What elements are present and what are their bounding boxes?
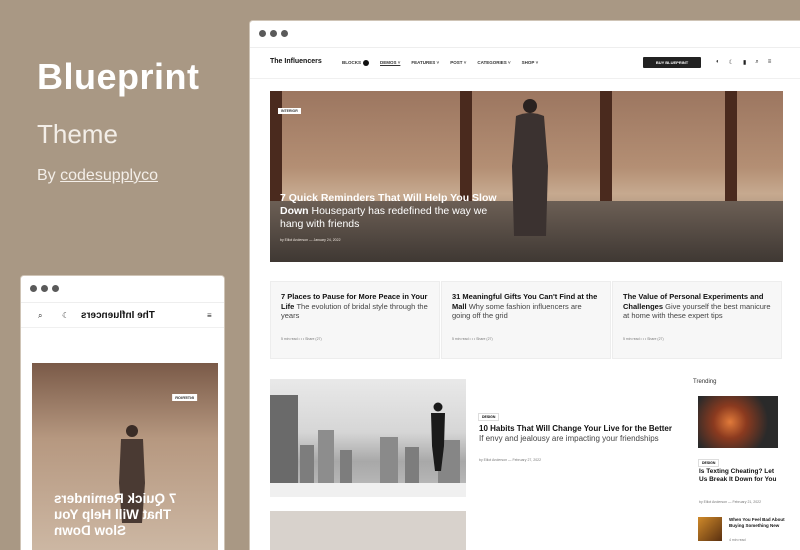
nav-blocks[interactable]: BLOCKS xyxy=(342,60,369,66)
mobile-menu-icon[interactable]: ≡ xyxy=(207,311,212,320)
mobile-chrome xyxy=(21,276,224,303)
trending-image[interactable] xyxy=(698,396,778,448)
nav-post[interactable]: POST ˅ xyxy=(450,60,466,66)
card-meta: 5 min read • • • Share (27) xyxy=(452,337,493,341)
mobile-browser: ⌕ ☾ The Influencers ≡ INTERIOR 7 Quick R… xyxy=(20,275,225,550)
toggle-icon[interactable]: ◐ xyxy=(716,59,720,66)
mobile-window-dots xyxy=(30,285,59,292)
article-title[interactable]: 10 Habits That Will Change Your Live for… xyxy=(479,424,674,444)
blocks-badge xyxy=(363,60,369,66)
person-silhouette xyxy=(512,99,548,236)
trending-title[interactable]: Is Texting Cheating? Let Us Break It Dow… xyxy=(699,468,781,484)
browser-chrome xyxy=(250,21,800,48)
promo-byline: By codesupplyco xyxy=(37,167,158,185)
nav-shop[interactable]: SHOP ˅ xyxy=(522,60,539,66)
author-link[interactable]: codesupplyco xyxy=(60,167,158,184)
nav-categories[interactable]: CATEGORIES ˅ xyxy=(477,60,510,66)
window-dots xyxy=(259,30,288,37)
bag-icon[interactable]: ▮ xyxy=(743,59,746,66)
article-tag[interactable]: DESIGN xyxy=(478,413,500,421)
hero-headline[interactable]: 7 Quick Reminders That Will Help You Slo… xyxy=(280,192,500,231)
card-meta: 5 min read • • • Share (27) xyxy=(281,337,322,341)
mobile-hero-tag[interactable]: INTERIOR xyxy=(172,394,198,401)
post-cards: 7 Places to Pause for More Peace in Your… xyxy=(270,281,783,359)
featured-image[interactable] xyxy=(270,379,466,497)
by-prefix: By xyxy=(37,167,56,184)
site-logo[interactable]: The Influencers xyxy=(270,58,322,65)
post-card[interactable]: 7 Places to Pause for More Peace in Your… xyxy=(270,281,440,359)
post-card[interactable]: 31 Meaningful Gifts You Can't Find at th… xyxy=(441,281,611,359)
promo-subtitle: Theme xyxy=(37,119,118,149)
hero-post[interactable]: INTERIOR 7 Quick Reminders That Will Hel… xyxy=(270,91,783,262)
featured-image-2[interactable] xyxy=(270,511,466,550)
post-card[interactable]: The Value of Personal Experiments and Ch… xyxy=(612,281,782,359)
card-meta: 5 min read • • • Share (27) xyxy=(623,337,664,341)
desktop-browser: The Influencers BLOCKS DEMOS ˅ FEATURES … xyxy=(249,20,800,550)
header-icons: ◐ ☾ ▮ ⌕ ≡ xyxy=(716,59,771,66)
trending-tag[interactable]: DESIGN xyxy=(698,459,720,467)
buy-blueprint-button[interactable]: BUY BLUEPRINT xyxy=(643,57,701,68)
mobile-moon-icon[interactable]: ☾ xyxy=(62,311,69,320)
trending-label: Trending xyxy=(693,379,717,385)
nav-features[interactable]: FEATURES ˅ xyxy=(411,60,439,66)
mobile-logo[interactable]: The Influencers xyxy=(81,310,155,321)
site-header: The Influencers BLOCKS DEMOS ˅ FEATURES … xyxy=(250,48,800,79)
hero-tag[interactable]: INTERIOR xyxy=(278,108,301,114)
trending-small-meta: 4 min read xyxy=(729,538,746,542)
nav-demos[interactable]: DEMOS ˅ xyxy=(380,60,400,66)
article-meta: by Elliot Anderson — February 27, 2022 xyxy=(479,458,542,462)
mobile-hero-headline[interactable]: 7 Quick Reminders That Will Help You Slo… xyxy=(54,491,204,539)
menu-icon[interactable]: ≡ xyxy=(768,59,772,66)
mobile-hero[interactable]: INTERIOR 7 Quick Reminders That Will Hel… xyxy=(32,363,218,550)
mobile-search-icon[interactable]: ⌕ xyxy=(38,311,42,321)
main-nav: BLOCKS DEMOS ˅ FEATURES ˅ POST ˅ CATEGOR… xyxy=(342,60,538,66)
promo-title: Blueprint xyxy=(37,56,200,97)
trending-thumb[interactable] xyxy=(698,517,722,541)
trending-meta: by Elliot Anderson — February 21, 2022 xyxy=(699,500,762,504)
search-icon[interactable]: ⌕ xyxy=(755,59,758,66)
person-figure xyxy=(431,402,445,471)
mobile-header: ⌕ ☾ The Influencers ≡ xyxy=(21,303,224,328)
hero-meta: by Elliot Anderson — January 24, 2022 xyxy=(280,238,341,242)
trending-small-title[interactable]: When You Feel Bad About Buying Something… xyxy=(729,517,785,529)
moon-icon[interactable]: ☾ xyxy=(729,59,734,66)
